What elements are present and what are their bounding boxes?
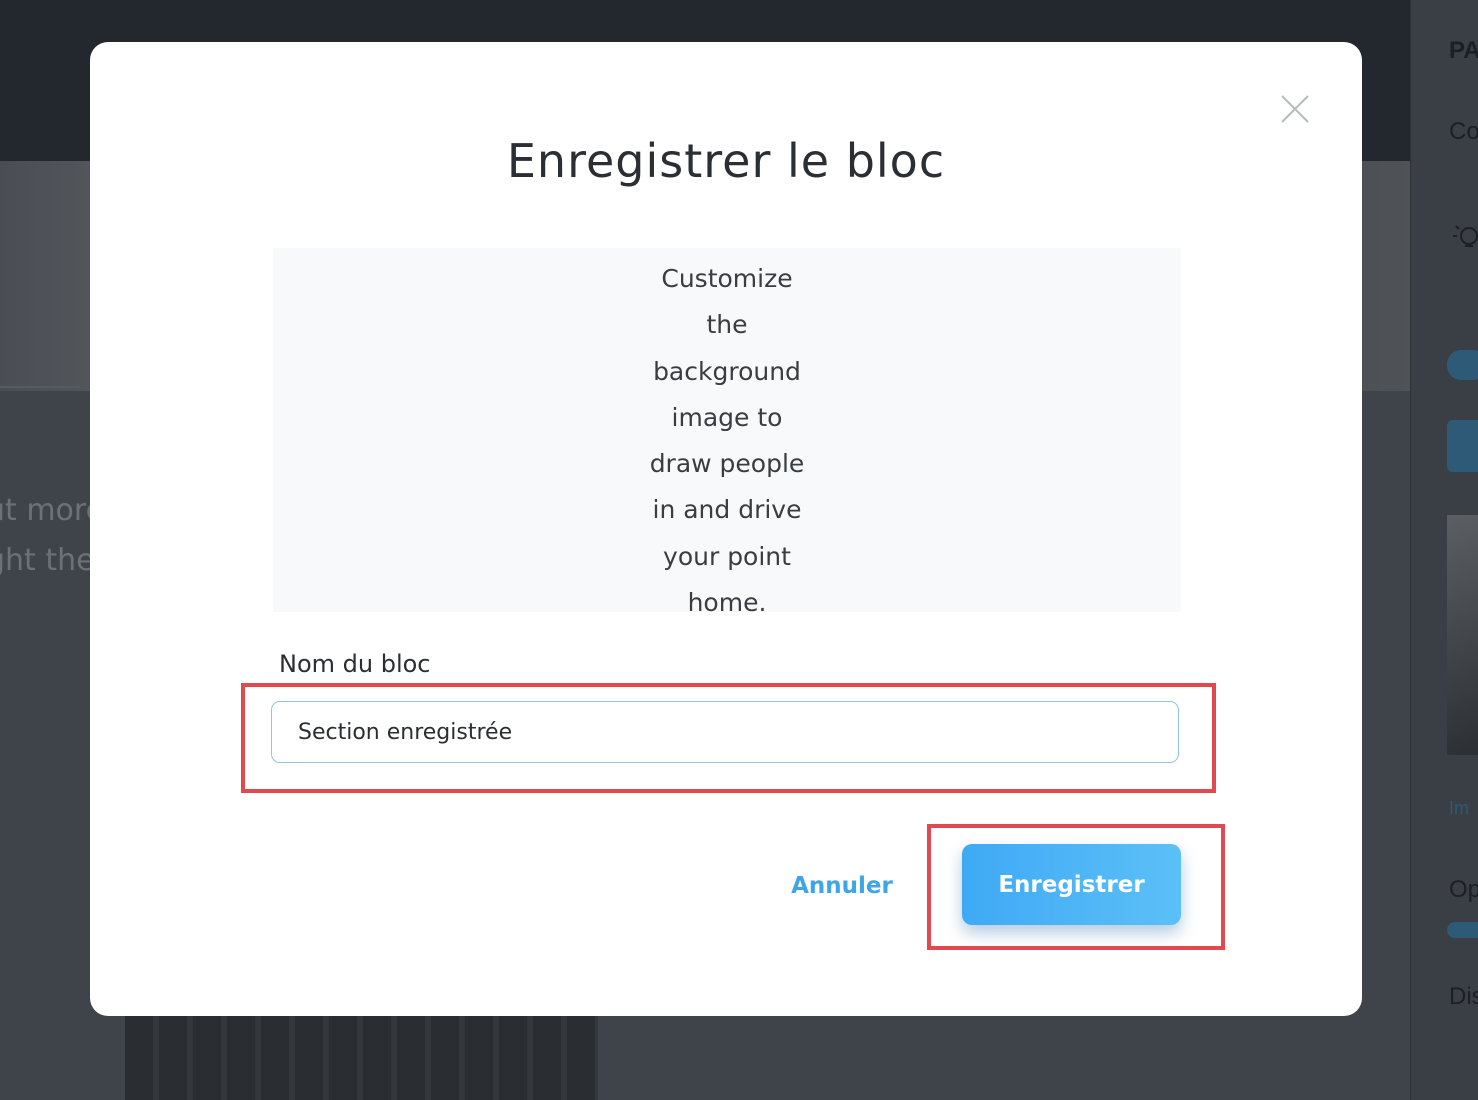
highlight-box-save bbox=[927, 824, 1225, 950]
sidebar-toggle[interactable] bbox=[1447, 350, 1478, 380]
block-name-label: Nom du bloc bbox=[279, 650, 431, 678]
cancel-button[interactable]: Annuler bbox=[778, 864, 906, 908]
sidebar-link[interactable]: Im bbox=[1449, 798, 1469, 819]
block-preview: Customize the background image to draw p… bbox=[273, 248, 1181, 617]
close-icon[interactable] bbox=[1280, 94, 1310, 124]
sidebar-slider[interactable] bbox=[1447, 922, 1478, 938]
background-text-line: ght the bbox=[0, 543, 95, 578]
lightbulb-icon bbox=[1451, 222, 1478, 254]
modal-title: Enregistrer le bloc bbox=[506, 134, 946, 188]
sidebar-label: Co bbox=[1449, 118, 1478, 145]
settings-sidebar: PA Co Im Op Dis bbox=[1410, 0, 1478, 1100]
preview-text: Customize the background image to draw p… bbox=[649, 264, 805, 618]
sidebar-image-thumbnail[interactable] bbox=[1447, 515, 1478, 755]
sidebar-label: Dis bbox=[1449, 983, 1478, 1010]
background-divider bbox=[0, 386, 80, 388]
sidebar-heading: PA bbox=[1449, 37, 1478, 64]
background-photo bbox=[125, 1016, 598, 1100]
background-text-line: ut more bbox=[0, 493, 105, 528]
highlight-box-input bbox=[241, 683, 1216, 793]
sidebar-label: Op bbox=[1449, 876, 1478, 903]
sidebar-button[interactable] bbox=[1447, 420, 1478, 472]
save-block-modal: Enregistrer le bloc Customize the backgr… bbox=[90, 42, 1362, 1016]
